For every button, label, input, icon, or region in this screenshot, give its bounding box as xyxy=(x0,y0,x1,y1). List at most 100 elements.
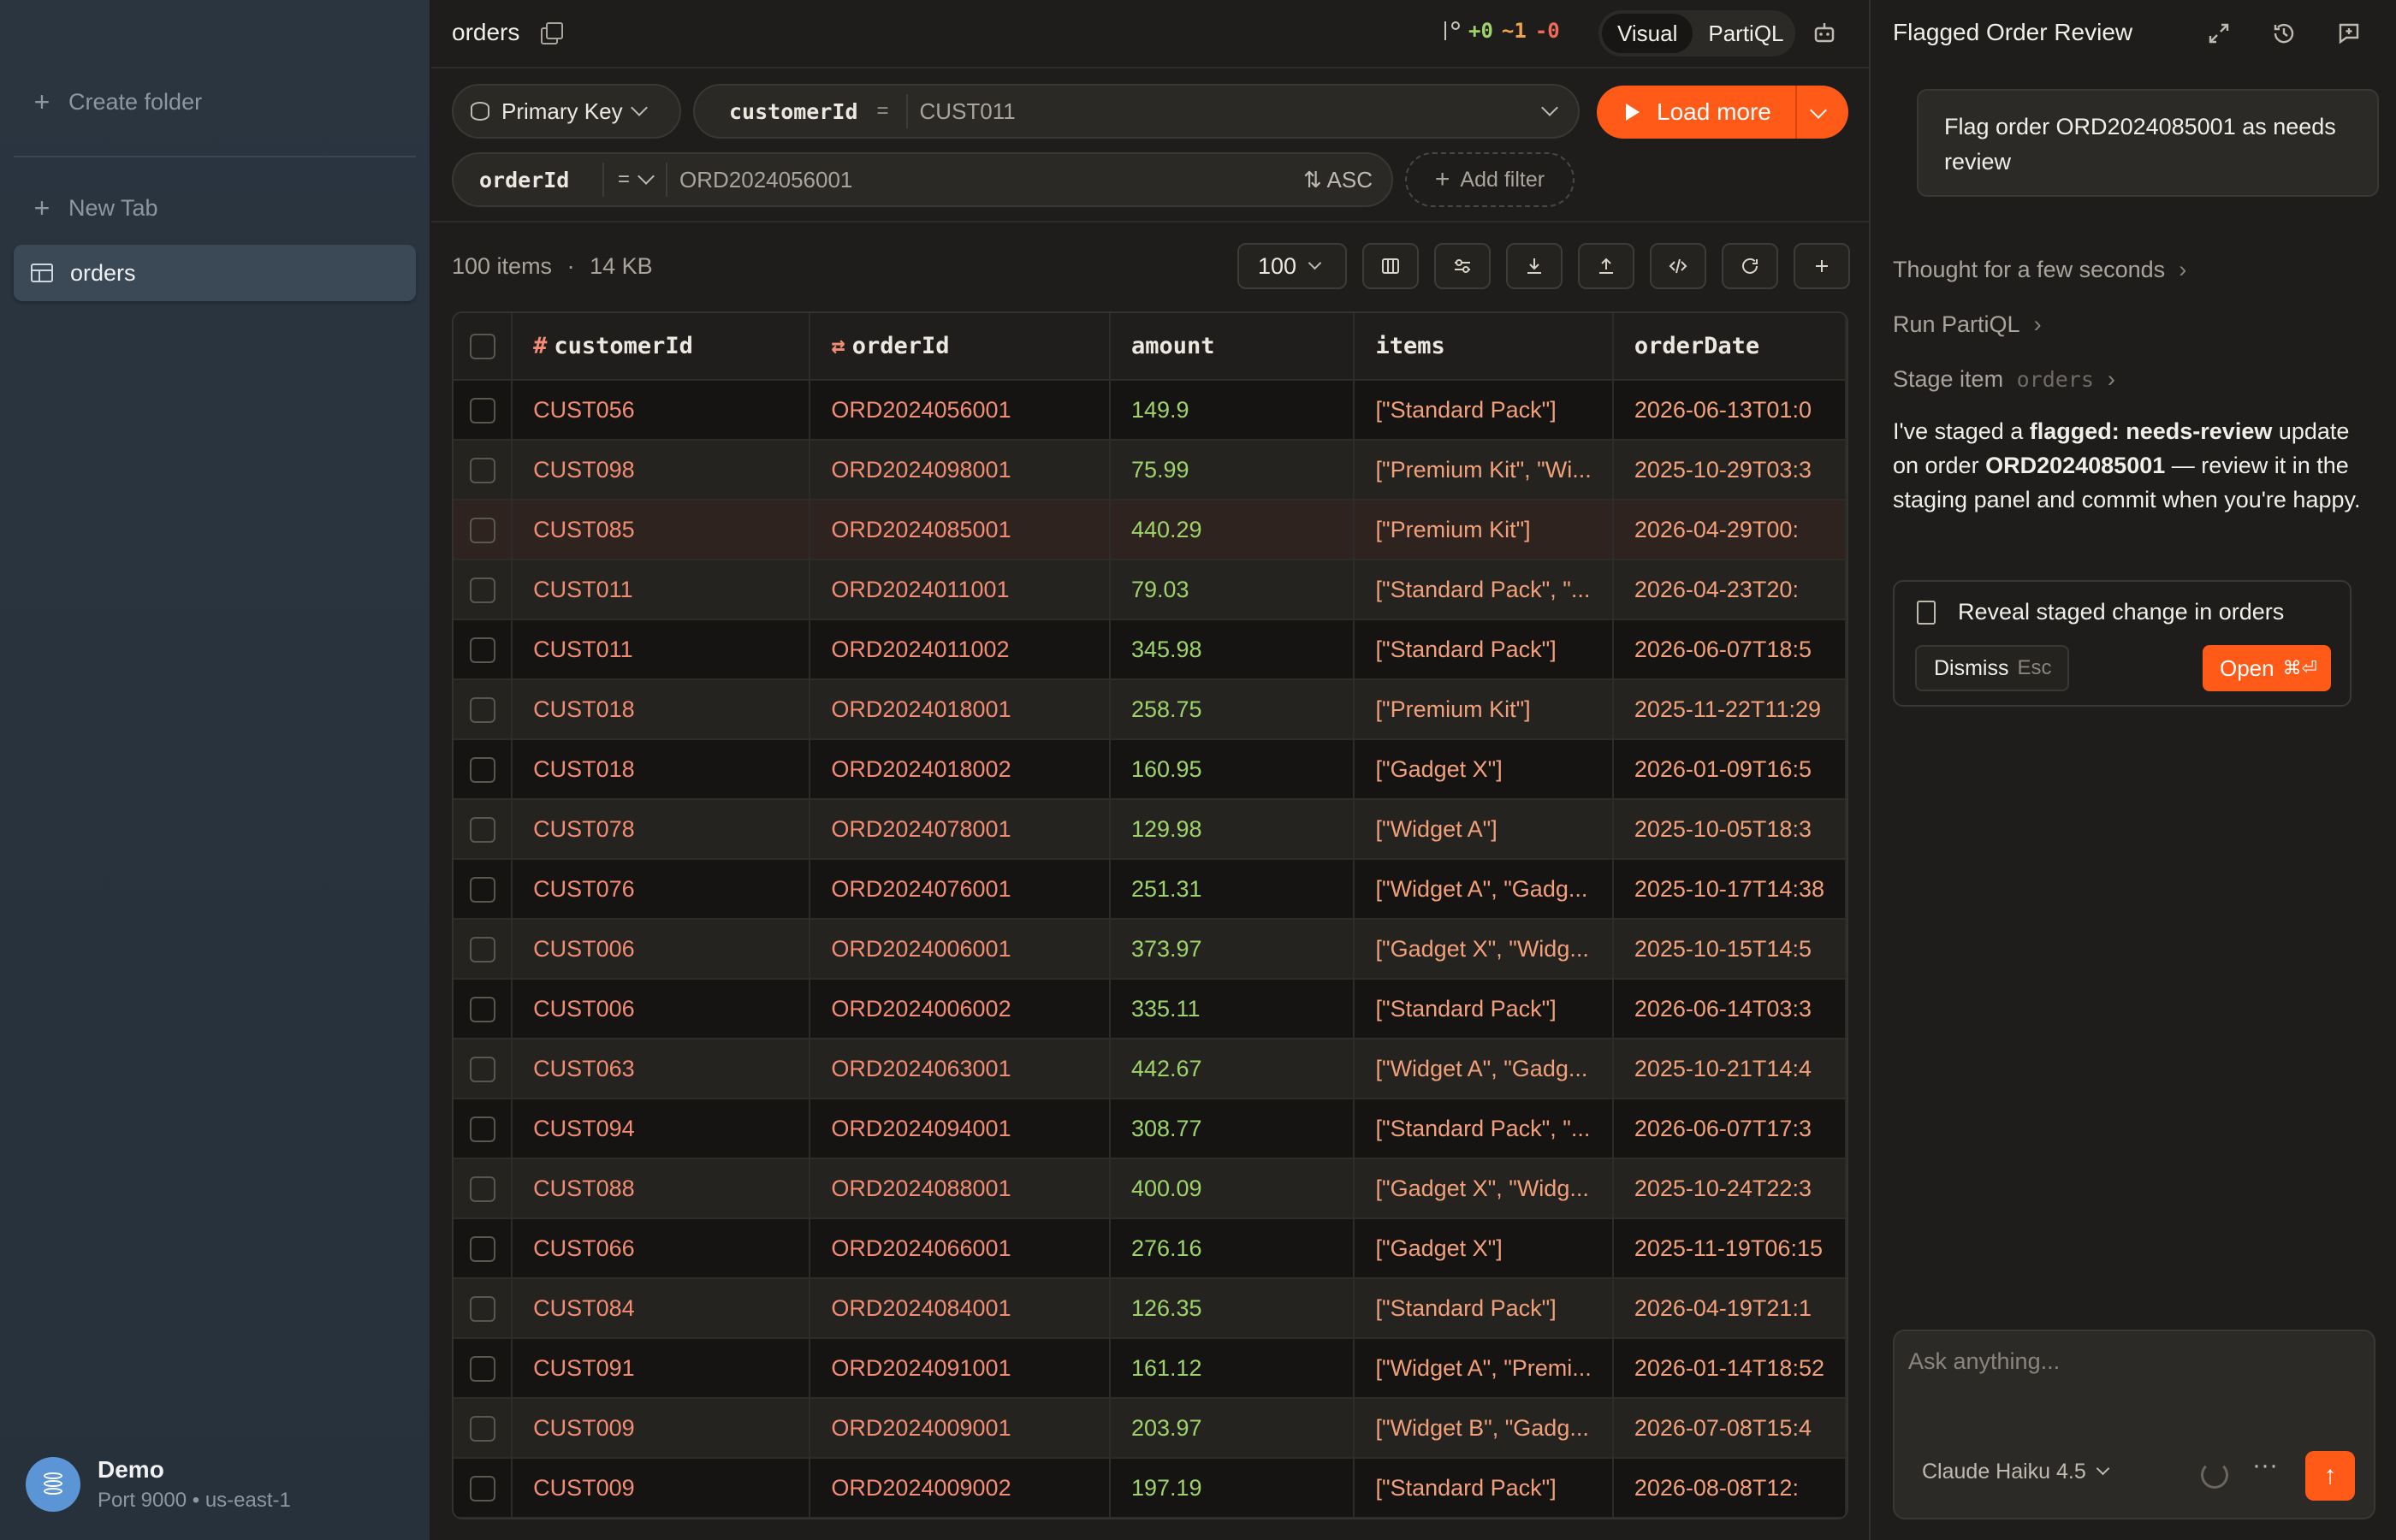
cell-customerId[interactable]: CUST011 xyxy=(512,619,811,680)
row-select-cell[interactable] xyxy=(454,919,513,980)
cell-orderId[interactable]: ORD2024009002 xyxy=(810,1458,1111,1518)
cell-amount[interactable]: 129.98 xyxy=(1109,799,1355,860)
cell-orderId[interactable]: ORD2024078001 xyxy=(810,799,1111,860)
row-checkbox[interactable] xyxy=(469,457,495,483)
table-row[interactable]: CUST088 ORD2024088001 400.09 ["Gadget X", "… xyxy=(454,1158,1847,1219)
row-checkbox[interactable] xyxy=(469,1475,495,1502)
cell-orderDate[interactable]: 2026-06-13T01:0 xyxy=(1612,380,1847,441)
table-row[interactable]: CUST084 ORD2024084001 126.35 ["Standard Pac… xyxy=(454,1278,1847,1339)
cell-customerId[interactable]: CUST091 xyxy=(512,1338,811,1399)
cell-orderId[interactable]: ORD2024066001 xyxy=(810,1218,1111,1279)
cell-orderId[interactable]: ORD2024094001 xyxy=(810,1099,1111,1159)
cell-items[interactable]: ["Premium Kit", "Wi... xyxy=(1354,440,1614,500)
cell-orderDate[interactable]: 2026-01-09T16:5 xyxy=(1612,739,1847,800)
cell-items[interactable]: ["Premium Kit"] xyxy=(1354,679,1614,740)
cell-items[interactable]: ["Gadget X"] xyxy=(1354,1218,1614,1279)
cell-customerId[interactable]: CUST084 xyxy=(512,1278,811,1339)
cell-orderDate[interactable]: 2025-10-17T14:38 xyxy=(1612,859,1847,920)
row-checkbox[interactable] xyxy=(469,1235,495,1262)
select-all-checkbox[interactable] xyxy=(469,334,495,360)
cell-amount[interactable]: 345.98 xyxy=(1109,619,1355,680)
table-row[interactable]: CUST078 ORD2024078001 129.98 ["Widget A"] 20… xyxy=(454,799,1847,860)
row-select-cell[interactable] xyxy=(454,1099,513,1159)
table-row[interactable]: CUST076 ORD2024076001 251.31 ["Widget A", "… xyxy=(454,859,1847,920)
cell-amount[interactable]: 197.19 xyxy=(1109,1458,1355,1518)
refresh-button[interactable] xyxy=(1722,243,1778,289)
columns-button[interactable] xyxy=(1362,243,1419,289)
row-checkbox[interactable] xyxy=(469,637,495,663)
step-thought[interactable]: Thought for a few seconds › xyxy=(1893,257,2186,283)
cell-orderDate[interactable]: 2025-10-05T18:3 xyxy=(1612,799,1847,860)
column-header-orderDate[interactable]: orderDate xyxy=(1612,313,1847,381)
cell-items[interactable]: ["Standard Pack"] xyxy=(1354,979,1614,1040)
row-select-cell[interactable] xyxy=(454,1458,513,1518)
row-checkbox[interactable] xyxy=(469,1355,495,1382)
row-select-cell[interactable] xyxy=(454,979,513,1040)
cell-orderId[interactable]: ORD2024011002 xyxy=(810,619,1111,680)
cell-orderDate[interactable]: 2025-11-22T11:29 xyxy=(1612,679,1847,740)
cell-amount[interactable]: 400.09 xyxy=(1109,1158,1355,1219)
cell-items[interactable]: ["Widget A", "Premi... xyxy=(1354,1338,1614,1399)
cell-amount[interactable]: 258.75 xyxy=(1109,679,1355,740)
cell-amount[interactable]: 442.67 xyxy=(1109,1039,1355,1099)
table-row[interactable]: CUST011 ORD2024011002 345.98 ["Standard Pac… xyxy=(454,619,1847,680)
column-header-orderId[interactable]: ⇄ orderId xyxy=(810,313,1111,381)
table-row[interactable]: CUST009 ORD2024009001 203.97 ["Widget B", "… xyxy=(454,1398,1847,1459)
row-select-cell[interactable] xyxy=(454,1039,513,1099)
table-row[interactable]: CUST006 ORD2024006002 335.11 ["Standard Pac… xyxy=(454,979,1847,1040)
row-select-cell[interactable] xyxy=(454,619,513,680)
load-more-button[interactable]: Load more xyxy=(1597,86,1848,139)
cell-items[interactable]: ["Standard Pack", "... xyxy=(1354,560,1614,620)
cell-items[interactable]: ["Widget A", "Gadg... xyxy=(1354,1039,1614,1099)
cell-customerId[interactable]: CUST078 xyxy=(512,799,811,860)
create-folder-button[interactable]: + Create folder xyxy=(14,74,416,130)
row-checkbox[interactable] xyxy=(469,1116,495,1142)
code-view-button[interactable] xyxy=(1650,243,1706,289)
cell-amount[interactable]: 308.77 xyxy=(1109,1099,1355,1159)
cell-items[interactable]: ["Gadget X", "Widg... xyxy=(1354,1158,1614,1219)
cell-orderDate[interactable]: 2026-04-23T20: xyxy=(1612,560,1847,620)
cell-amount[interactable]: 440.29 xyxy=(1109,500,1355,560)
table-row[interactable]: CUST094 ORD2024094001 308.77 ["Standard Pac… xyxy=(454,1099,1847,1159)
cell-items[interactable]: ["Gadget X", "Widg... xyxy=(1354,919,1614,980)
table-row[interactable]: CUST018 ORD2024018001 258.75 ["Premium Kit"… xyxy=(454,679,1847,740)
filter-settings-button[interactable] xyxy=(1434,243,1491,289)
cell-items[interactable]: ["Premium Kit"] xyxy=(1354,500,1614,560)
cell-items[interactable]: ["Widget A"] xyxy=(1354,799,1614,860)
expand-icon[interactable] xyxy=(2206,21,2232,46)
row-select-cell[interactable] xyxy=(454,1218,513,1279)
page-size-select[interactable]: 100 xyxy=(1237,243,1347,289)
column-header-items[interactable]: items xyxy=(1354,313,1614,381)
row-select-cell[interactable] xyxy=(454,500,513,560)
cell-orderId[interactable]: ORD2024085001 xyxy=(810,500,1111,560)
cell-amount[interactable]: 160.95 xyxy=(1109,739,1355,800)
send-button[interactable]: ↑ xyxy=(2305,1451,2355,1501)
table-row[interactable]: CUST011 ORD2024011001 79.03 ["Standard Pack… xyxy=(454,560,1847,620)
row-checkbox[interactable] xyxy=(469,1415,495,1442)
row-checkbox[interactable] xyxy=(469,1176,495,1202)
cell-customerId[interactable]: CUST018 xyxy=(512,679,811,740)
cell-orderId[interactable]: ORD2024076001 xyxy=(810,859,1111,920)
cell-orderId[interactable]: ORD2024011001 xyxy=(810,560,1111,620)
cell-amount[interactable]: 79.03 xyxy=(1109,560,1355,620)
cell-customerId[interactable]: CUST076 xyxy=(512,859,811,920)
cell-customerId[interactable]: CUST006 xyxy=(512,919,811,980)
cell-amount[interactable]: 161.12 xyxy=(1109,1338,1355,1399)
row-select-cell[interactable] xyxy=(454,1158,513,1219)
cell-orderDate[interactable]: 2026-06-07T18:5 xyxy=(1612,619,1847,680)
tab-partiql[interactable]: PartiQL xyxy=(1693,14,1799,53)
column-header-amount[interactable]: amount xyxy=(1109,313,1355,381)
table-row[interactable]: CUST085 ORD2024085001 440.29 ["Premium Kit"… xyxy=(454,500,1847,560)
chat-input[interactable]: Ask anything... xyxy=(1908,1348,2060,1375)
cell-orderId[interactable]: ORD2024056001 xyxy=(810,380,1111,441)
cell-amount[interactable]: 251.31 xyxy=(1109,859,1355,920)
cell-orderDate[interactable]: 2026-04-19T21:1 xyxy=(1612,1278,1847,1339)
table-row[interactable]: CUST006 ORD2024006001 373.97 ["Gadget X", "… xyxy=(454,919,1847,980)
cell-orderDate[interactable]: 2025-10-15T14:5 xyxy=(1612,919,1847,980)
history-icon[interactable] xyxy=(2271,21,2297,46)
cell-orderDate[interactable]: 2026-08-08T12: xyxy=(1612,1458,1847,1518)
row-checkbox[interactable] xyxy=(469,397,495,424)
cell-customerId[interactable]: CUST009 xyxy=(512,1458,811,1518)
new-chat-icon[interactable] xyxy=(2336,21,2362,46)
row-checkbox[interactable] xyxy=(469,936,495,962)
